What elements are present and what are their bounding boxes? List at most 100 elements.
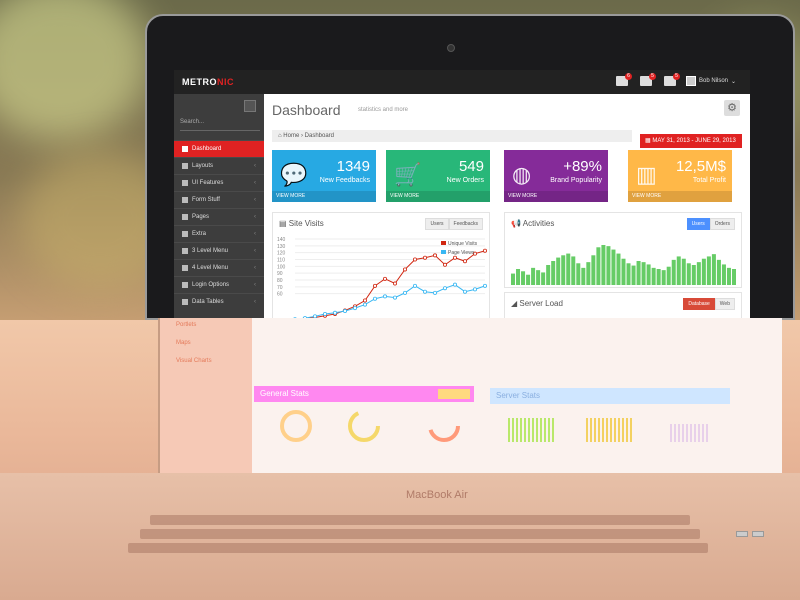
activity-bar <box>626 263 631 285</box>
gear-icon[interactable]: ⚙ <box>724 100 740 116</box>
sidebar-search-input[interactable]: Search... <box>180 119 260 131</box>
inbox-icon[interactable]: 5 <box>640 73 656 86</box>
data-point[interactable] <box>482 248 487 253</box>
stat-label: New Feedbacks <box>319 177 370 184</box>
stat-orders: 🛒 549 New Orders VIEW MORE <box>386 150 490 202</box>
stat-label: Brand Popularity <box>550 177 602 184</box>
data-point[interactable] <box>462 289 467 294</box>
panel-title: ◢ Server Load <box>511 299 563 308</box>
pages-icon <box>182 214 188 220</box>
data-point[interactable] <box>402 290 407 295</box>
stat-feedbacks: 💬 1349 New Feedbacks VIEW MORE <box>272 150 376 202</box>
sidebar-item-login-options[interactable]: Login Options ‹ <box>174 276 264 293</box>
sidebar-item-extra[interactable]: Extra ‹ <box>174 225 264 242</box>
data-point[interactable] <box>422 255 427 260</box>
home-icon <box>182 146 188 152</box>
data-point[interactable] <box>383 276 388 281</box>
app-logo[interactable]: METRONIC <box>182 77 234 87</box>
general-stats-header: General Stats <box>254 386 474 402</box>
sidebar-item-4-level-menu[interactable]: 4 Level Menu ‹ <box>174 259 264 276</box>
notification-icon[interactable]: 6 <box>616 73 632 86</box>
panel-title: 📢 Activities <box>511 219 554 228</box>
web-button[interactable]: Web <box>714 298 735 310</box>
menu-toggle-icon[interactable] <box>244 100 256 112</box>
activity-bar <box>716 259 721 285</box>
server-load-panel: ◢ Server Load Database Web <box>504 292 742 320</box>
database-button[interactable]: Database <box>683 298 715 310</box>
laptop-brand-label: MacBook Air <box>406 489 468 501</box>
data-point[interactable] <box>432 290 437 295</box>
user-name: Bob Nilson <box>699 78 729 84</box>
chevron-left-icon: ‹ <box>254 197 256 203</box>
date-range-picker[interactable]: ▦ MAY 31, 2013 - JUNE 29, 2013 ⌄ <box>640 134 742 158</box>
sidebar-item-maps[interactable]: Maps <box>176 340 191 346</box>
activity-bar <box>521 271 526 285</box>
panel-title-text: Server Load <box>519 299 563 308</box>
sidebar-item-label: Dashboard <box>192 146 222 152</box>
view-more-link[interactable]: VIEW MORE <box>504 191 608 202</box>
data-point[interactable] <box>412 283 417 288</box>
data-point[interactable] <box>422 289 427 294</box>
y-tick-label: 90 <box>277 271 283 277</box>
data-point[interactable] <box>482 283 487 288</box>
data-point[interactable] <box>452 255 457 260</box>
data-point[interactable] <box>373 296 378 301</box>
data-point[interactable] <box>412 257 417 262</box>
sidebar-item-ui-features[interactable]: UI Features ‹ <box>174 174 264 191</box>
sidebar-item-portlets[interactable]: Portlets <box>176 322 196 328</box>
panel-title-text: General Stats <box>260 389 309 398</box>
breadcrumb: ⌂ Home › Dashboard <box>272 130 632 142</box>
breadcrumb-home[interactable]: Home <box>283 133 299 139</box>
activity-bar <box>551 261 556 285</box>
breadcrumb-separator: › <box>300 133 303 139</box>
sidebar-item-label: Form Stuff <box>192 197 220 203</box>
data-point[interactable] <box>383 294 388 299</box>
ui-icon <box>182 180 188 186</box>
data-point[interactable] <box>323 311 328 316</box>
data-point[interactable] <box>363 298 368 303</box>
data-point[interactable] <box>333 310 338 315</box>
sidebar-item-data-tables[interactable]: Data Tables ‹ <box>174 293 264 310</box>
stat-value: 1349 <box>336 158 370 175</box>
activity-bar <box>656 269 661 285</box>
data-point[interactable] <box>353 306 358 311</box>
data-point[interactable] <box>472 287 477 292</box>
keyboard-row <box>150 515 690 525</box>
data-point[interactable] <box>442 262 447 267</box>
sidebar-item-form-stuff[interactable]: Form Stuff ‹ <box>174 191 264 208</box>
keyboard-row <box>140 529 700 539</box>
sidebar-item-layouts[interactable]: Layouts ‹ <box>174 157 264 174</box>
sidebar-item-3-level-menu[interactable]: 3 Level Menu ‹ <box>174 242 264 259</box>
sidebar-item-dashboard[interactable]: Dashboard <box>174 140 264 157</box>
data-point[interactable] <box>462 259 467 264</box>
chevron-left-icon: ‹ <box>254 163 256 169</box>
view-more-link[interactable]: VIEW MORE <box>628 191 732 202</box>
sidebar-item-label: Layouts <box>192 163 214 169</box>
data-point[interactable] <box>432 253 437 258</box>
data-point[interactable] <box>373 283 378 288</box>
user-menu[interactable]: Bob Nilson ⌄ <box>686 76 736 86</box>
gauge-ring <box>428 410 460 442</box>
sidebar-item-label: Login Options <box>192 282 230 288</box>
view-more-link[interactable]: VIEW MORE <box>386 191 490 202</box>
data-point[interactable] <box>363 302 368 307</box>
data-point[interactable] <box>343 309 348 314</box>
y-tick-label: 60 <box>277 292 283 298</box>
activity-bar <box>686 263 691 285</box>
tasks-icon[interactable]: 5 <box>664 73 680 86</box>
view-more-link[interactable]: VIEW MORE <box>272 191 376 202</box>
sidebar-item-pages[interactable]: Pages ‹ <box>174 208 264 225</box>
data-point[interactable] <box>393 295 398 300</box>
data-point[interactable] <box>393 281 398 286</box>
activity-bar <box>581 267 586 285</box>
sidebar-item-visual-charts[interactable]: Visual Charts <box>176 358 212 364</box>
data-point[interactable] <box>442 286 447 291</box>
activity-bar <box>726 267 731 285</box>
data-point[interactable] <box>402 267 407 272</box>
data-point[interactable] <box>452 282 457 287</box>
avatar <box>686 76 696 86</box>
activity-bar <box>561 255 566 285</box>
activity-bar <box>566 253 571 285</box>
layouts-icon <box>182 163 188 169</box>
y-tick-label: 110 <box>277 258 285 264</box>
